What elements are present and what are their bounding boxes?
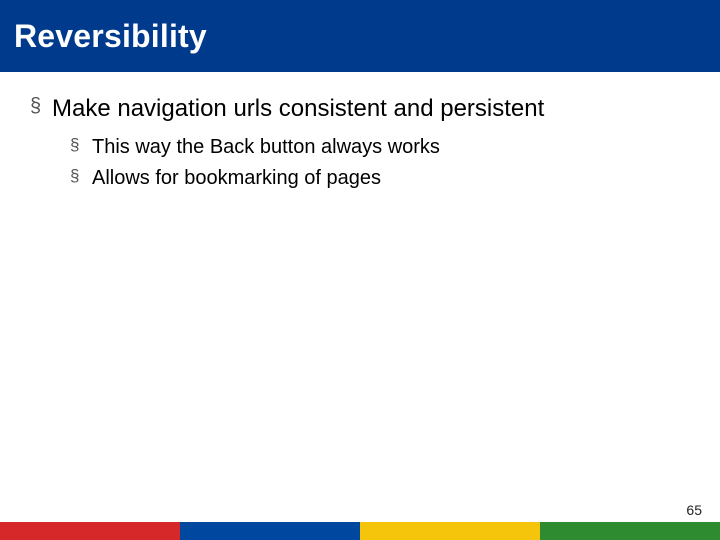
stripe-red bbox=[0, 522, 180, 540]
slide-content: Make navigation urls consistent and pers… bbox=[0, 72, 720, 540]
bullet-sublist: This way the Back button always works Al… bbox=[52, 134, 690, 192]
stripe-blue bbox=[180, 522, 360, 540]
list-item: This way the Back button always works bbox=[70, 134, 690, 161]
footer-stripe bbox=[0, 522, 720, 540]
bullet-text: Make navigation urls consistent and pers… bbox=[52, 95, 544, 122]
title-bar: Reversibility bbox=[0, 0, 720, 72]
bullet-list: Make navigation urls consistent and pers… bbox=[30, 94, 690, 192]
list-item: Allows for bookmarking of pages bbox=[70, 165, 690, 192]
stripe-yellow bbox=[360, 522, 540, 540]
slide: Reversibility Make navigation urls consi… bbox=[0, 0, 720, 540]
page-number: 65 bbox=[686, 502, 702, 518]
slide-footer: 65 bbox=[0, 522, 720, 540]
stripe-green bbox=[540, 522, 720, 540]
slide-title: Reversibility bbox=[14, 18, 207, 55]
list-item: Make navigation urls consistent and pers… bbox=[30, 94, 690, 192]
bullet-text: Allows for bookmarking of pages bbox=[92, 167, 381, 189]
bullet-text: This way the Back button always works bbox=[92, 136, 440, 158]
